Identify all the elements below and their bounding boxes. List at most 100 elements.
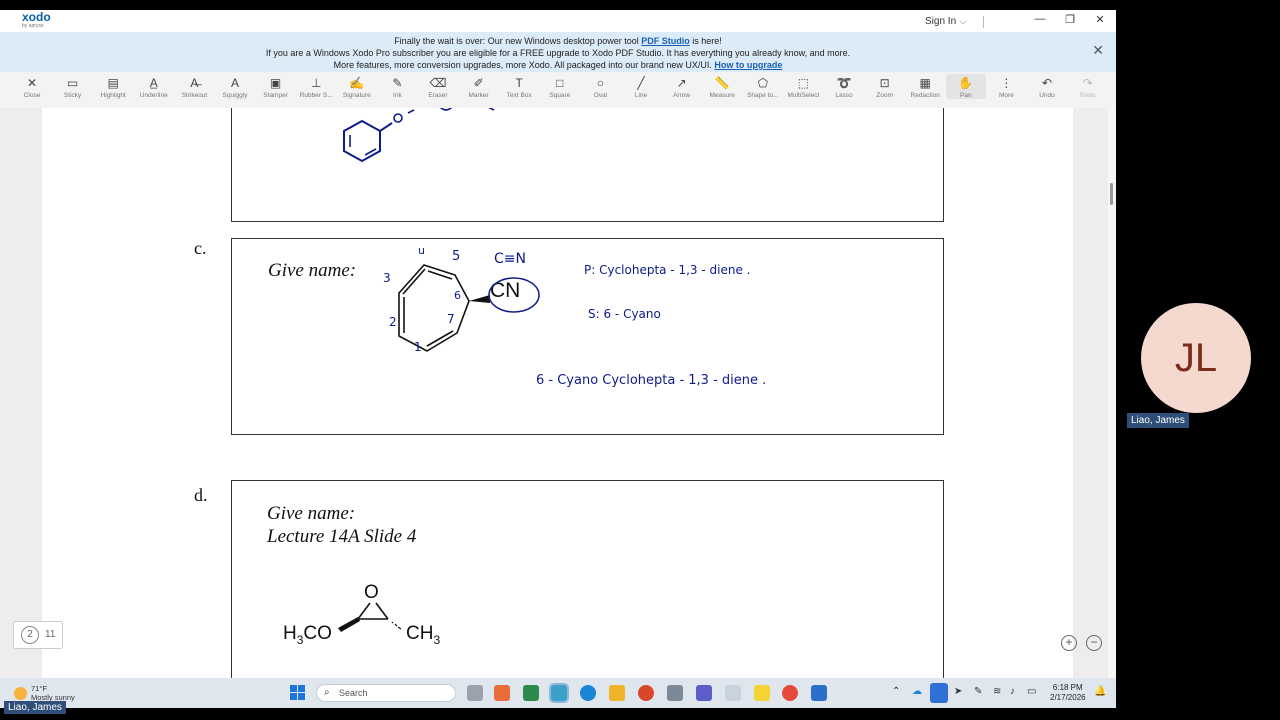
chevron-up-icon[interactable]: ⌃: [892, 686, 900, 697]
tool-underline-button[interactable]: A̲ Underline: [134, 74, 174, 99]
app-red-icon[interactable]: [782, 685, 798, 701]
ink-pen-icon: ✎: [392, 76, 403, 90]
pen-icon[interactable]: ✎: [974, 686, 982, 697]
tool-pan-button[interactable]: ✋ Pan: [945, 74, 986, 99]
store-icon[interactable]: [725, 685, 741, 701]
zoom-in-icon[interactable]: +: [1061, 635, 1077, 651]
sign-in-button[interactable]: Sign In ⌵: [925, 16, 966, 27]
total-pages: 11: [45, 629, 56, 640]
banner-line-3: More features, more conversion upgrades,…: [0, 59, 1116, 71]
tool-label: Redaction: [910, 92, 940, 99]
clock-time: 6:18 PM: [1052, 683, 1083, 692]
tool-line-button[interactable]: ╱ Line: [621, 74, 661, 99]
maximize-button[interactable]: ❐: [1058, 13, 1082, 26]
pdf-page: c. Give name: CN u 5 3 6 2 7 1 C≡N P: Cy…: [42, 108, 1073, 678]
tool-multiselect-button[interactable]: ⬚ MultiSelect: [783, 74, 823, 99]
tool-undo-button[interactable]: ↶ Undo: [1027, 74, 1067, 99]
task-view-icon[interactable]: [467, 685, 483, 701]
location-icon[interactable]: ➤: [954, 686, 962, 697]
arrow-icon: ↗: [676, 76, 687, 90]
tool-label: MultiSelect: [787, 92, 820, 99]
pdf-studio-link[interactable]: PDF Studio: [641, 36, 690, 46]
taskbar-search-box[interactable]: ⌕ Search: [316, 684, 456, 702]
epoxide-structure: [338, 602, 402, 632]
windows-start-icon[interactable]: [290, 685, 306, 701]
question-d-letter: d.: [194, 485, 208, 505]
final-answer-note: 6 - Cyano Cyclohepta - 1,3 - diene .: [536, 373, 767, 388]
page-counter[interactable]: 2 11: [13, 621, 63, 649]
tool-text-box-button[interactable]: T Text Box: [499, 74, 539, 99]
document-viewer[interactable]: c. Give name: CN u 5 3 6 2 7 1 C≡N P: Cy…: [0, 108, 1116, 678]
nitrile-circle-annotation: [488, 277, 540, 313]
app-w-icon[interactable]: [523, 685, 539, 701]
tool-squiggly-button[interactable]: A Squiggly: [215, 74, 255, 99]
tool-marker-button[interactable]: ✐ Marker: [459, 74, 499, 99]
question-c-box: Give name: CN u 5 3 6 2 7 1 C≡N P: Cyclo…: [231, 238, 944, 435]
close-window-button[interactable]: ✕: [1088, 13, 1112, 26]
multiselect-icon: ⬚: [797, 76, 810, 90]
app-generic-icon[interactable]: [667, 685, 683, 701]
tool-close-button[interactable]: ✕ Close: [12, 74, 52, 99]
minimize-button[interactable]: —: [1028, 13, 1052, 25]
tool-rubber-s-button[interactable]: ⊥ Rubber S...: [296, 74, 336, 99]
squiggly-icon: A: [230, 76, 239, 90]
redaction-icon: ▦: [919, 76, 931, 90]
tool-signature-button[interactable]: ✍ Signature: [337, 74, 377, 99]
tool-zoom-button[interactable]: ⊡ Zoom: [865, 74, 905, 99]
volume-icon[interactable]: ♪: [1010, 686, 1015, 697]
sticky-notes-icon[interactable]: [754, 685, 770, 701]
xodo-taskbar-icon[interactable]: [549, 683, 569, 703]
app-blue-icon[interactable]: [811, 685, 827, 701]
tool-ink-button[interactable]: ✎ Ink: [377, 74, 417, 99]
microphone-icon[interactable]: [930, 683, 948, 703]
marker-icon: ✐: [473, 76, 484, 90]
current-page: 2: [21, 626, 39, 644]
tool-eraser-button[interactable]: ⌫ Eraser: [418, 74, 458, 99]
chrome-icon[interactable]: [638, 685, 654, 701]
ring-number-1: 1: [414, 340, 422, 354]
vertical-scrollbar[interactable]: [1108, 108, 1116, 678]
file-explorer-icon[interactable]: [609, 685, 625, 701]
banner-close-icon[interactable]: ✕: [1092, 43, 1104, 57]
how-to-upgrade-link[interactable]: How to upgrade: [714, 60, 782, 70]
notification-bell-icon[interactable]: 🔔: [1094, 686, 1106, 697]
tool-label: Line: [634, 92, 648, 99]
tool-highlight-button[interactable]: ▤ Highlight: [93, 74, 133, 99]
presenter-name-tag: Liao, James: [4, 701, 66, 714]
taskbar-clock[interactable]: 6:18 PM 2/17/2026: [1050, 683, 1086, 703]
teams-icon[interactable]: [696, 685, 712, 701]
ring-number-u: u: [418, 244, 425, 257]
tool-redaction-button[interactable]: ▦ Redaction: [905, 74, 945, 99]
tool-square-button[interactable]: □ Square: [540, 74, 580, 99]
tool-strikeout-button[interactable]: A̶ Strikeout: [174, 74, 214, 99]
copilot-icon[interactable]: [494, 685, 510, 701]
redo-icon: ↷: [1082, 76, 1093, 90]
tool-lasso-button[interactable]: ➰ Lasso: [824, 74, 864, 99]
clock-date: 2/17/2026: [1050, 693, 1086, 702]
search-icon: ⌕: [324, 687, 330, 698]
participant-avatar: JL: [1141, 303, 1251, 413]
battery-icon[interactable]: ▭: [1027, 686, 1036, 697]
banner-text: is here!: [689, 36, 722, 46]
tool-measure-button[interactable]: 📏 Measure: [702, 74, 742, 99]
wifi-icon[interactable]: ≋: [993, 686, 1001, 697]
weather-temp: 71°F: [31, 684, 47, 693]
annotation-toolbar: ✕ Close ▭ Sticky ▤ Highlight A̲ Underline A̶ Stri…: [0, 72, 1116, 109]
tool-stamper-button[interactable]: ▣ Stamper: [256, 74, 296, 99]
onedrive-icon[interactable]: ☁: [912, 686, 922, 697]
question-b-box: [231, 108, 944, 222]
tool-sticky-button[interactable]: ▭ Sticky: [53, 74, 93, 99]
tool-more-button[interactable]: ⋮ More: [986, 74, 1026, 99]
scrollbar-thumb[interactable]: [1110, 183, 1113, 205]
weather-widget[interactable]: 71°F Mostly sunny: [14, 684, 75, 702]
tool-redo-button[interactable]: ↷ Redo: [1068, 74, 1108, 99]
tool-oval-button[interactable]: ○ Oval: [580, 74, 620, 99]
zoom-out-icon[interactable]: −: [1086, 635, 1102, 651]
tool-arrow-button[interactable]: ↗ Arrow: [662, 74, 702, 99]
edge-icon[interactable]: [580, 685, 596, 701]
zoom-icon: ⊡: [879, 76, 890, 90]
tool-shape-to-button[interactable]: ⬠ Shape to...: [743, 74, 783, 99]
search-placeholder: Search: [339, 688, 368, 698]
methyl-ch: CH: [406, 623, 434, 644]
tool-label: Measure: [709, 92, 735, 99]
